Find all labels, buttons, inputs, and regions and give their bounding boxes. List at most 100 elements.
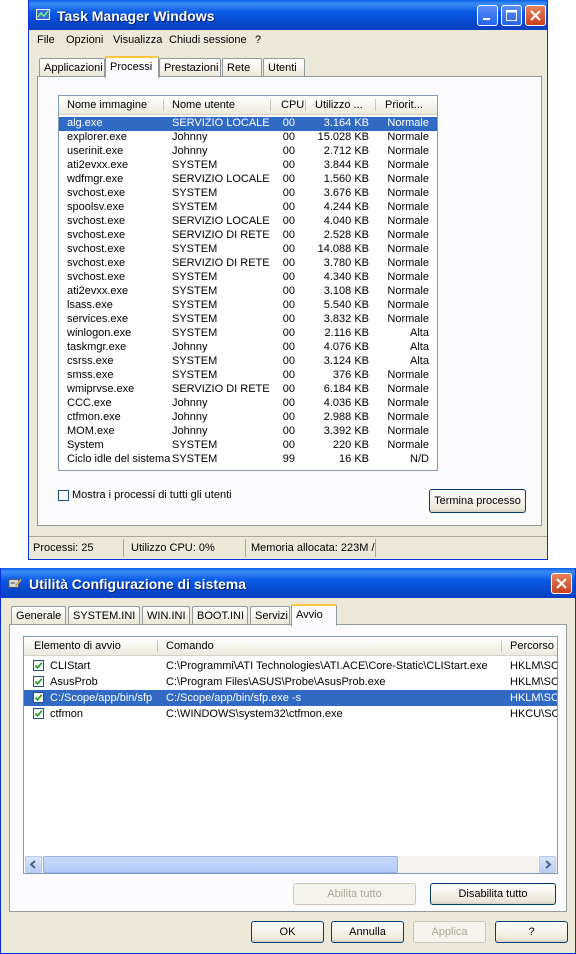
- tab-general[interactable]: Generale: [11, 606, 66, 624]
- table-cell: services.exe: [67, 313, 129, 325]
- table-cell: Normale: [387, 229, 429, 241]
- table-cell: 00: [282, 229, 295, 241]
- table-row[interactable]: alg.exe SERVIZIO LOCALE 00 3.164 KB Normale: [59, 117, 437, 131]
- tab-applications[interactable]: Applicazioni: [39, 58, 105, 76]
- startup-item-checkbox[interactable]: [33, 676, 44, 687]
- minimize-button[interactable]: [477, 5, 498, 26]
- col-command[interactable]: Comando: [166, 640, 214, 652]
- menu-file[interactable]: File: [37, 34, 55, 46]
- tab-system-ini[interactable]: SYSTEM.INI: [68, 606, 140, 624]
- col-startup-item[interactable]: Elemento di avvio: [34, 640, 121, 652]
- col-user-name[interactable]: Nome utente: [172, 99, 235, 111]
- table-row[interactable]: wmiprvse.exe SERVIZIO DI RETE 00 6.184 KB No…: [59, 383, 437, 397]
- menu-help[interactable]: ?: [255, 34, 261, 46]
- table-row[interactable]: services.exe SYSTEM 00 3.832 KB Normale: [59, 313, 437, 327]
- table-row[interactable]: taskmgr.exe Johnny 00 4.076 KB Alta: [59, 341, 437, 355]
- startup-list[interactable]: Elemento di avvio Comando Percorso CLISt…: [23, 636, 558, 874]
- startup-item-checkbox[interactable]: [33, 708, 44, 719]
- msconfig-titlebar[interactable]: Utilità Configurazione di sistema: [1, 568, 575, 598]
- ok-button[interactable]: OK: [251, 921, 324, 943]
- process-list[interactable]: Nome immagine Nome utente CPU Utilizzo .…: [58, 95, 438, 471]
- col-path[interactable]: Percorso: [510, 640, 554, 652]
- scroll-left-button[interactable]: [25, 856, 42, 873]
- list-item[interactable]: ctfmon C:\WINDOWS\system32\ctfmon.exe HKCU…: [24, 706, 557, 722]
- col-mem-usage[interactable]: Utilizzo ...: [315, 99, 363, 111]
- col-image-name[interactable]: Nome immagine: [67, 99, 147, 111]
- help-button[interactable]: ?: [495, 921, 568, 943]
- enable-all-button[interactable]: Abilita tutto: [293, 883, 416, 905]
- tab-startup[interactable]: Avvio: [291, 604, 337, 626]
- table-cell: 00: [282, 271, 295, 283]
- table-cell: Normale: [387, 257, 429, 269]
- list-item[interactable]: C:/Scope/app/bin/sfp C:/Scope/app/bin/sfp…: [24, 690, 557, 706]
- table-row[interactable]: CCC.exe Johnny 00 4.036 KB Normale: [59, 397, 437, 411]
- startup-item-checkbox[interactable]: [33, 692, 44, 703]
- msconfig-close-button[interactable]: [551, 573, 572, 594]
- table-row[interactable]: ati2evxx.exe SYSTEM 00 3.108 KB Normale: [59, 285, 437, 299]
- menu-logoff[interactable]: Chiudi sessione: [169, 34, 247, 46]
- table-row[interactable]: lsass.exe SYSTEM 00 5.540 KB Normale: [59, 299, 437, 313]
- tab-users[interactable]: Utenti: [263, 58, 305, 76]
- table-cell: Johnny: [172, 131, 208, 143]
- cancel-button[interactable]: Annulla: [331, 921, 404, 943]
- tab-processes[interactable]: Processi: [105, 56, 159, 78]
- table-row[interactable]: svchost.exe SERVIZIO DI RETE 00 2.528 KB Nor…: [59, 229, 437, 243]
- col-priority[interactable]: Priorit...: [385, 99, 423, 111]
- startup-command: C:/Scope/app/bin/sfp.exe -s: [166, 692, 302, 704]
- table-cell: 00: [282, 243, 295, 255]
- table-cell: 6.184 KB: [323, 383, 369, 395]
- table-row[interactable]: explorer.exe Johnny 00 15.028 KB Normale: [59, 131, 437, 145]
- tab-network[interactable]: Rete: [222, 58, 262, 76]
- col-cpu[interactable]: CPU: [281, 99, 304, 111]
- startup-horizontal-scrollbar[interactable]: [25, 856, 557, 873]
- table-row[interactable]: winlogon.exe SYSTEM 00 2.116 KB Alta: [59, 327, 437, 341]
- table-row[interactable]: userinit.exe Johnny 00 2.712 KB Normale: [59, 145, 437, 159]
- tab-services[interactable]: Servizi: [250, 606, 290, 624]
- scroll-thumb[interactable]: [43, 856, 398, 873]
- tab-win-ini[interactable]: WIN.INI: [142, 606, 190, 624]
- table-row[interactable]: ati2evxx.exe SYSTEM 00 3.844 KB Normale: [59, 159, 437, 173]
- maximize-button[interactable]: [501, 5, 522, 26]
- table-cell: SERVIZIO LOCALE: [172, 173, 270, 185]
- table-row[interactable]: svchost.exe SYSTEM 00 3.676 KB Normale: [59, 187, 437, 201]
- list-item[interactable]: AsusProb C:\Program Files\ASUS\Probe\Asus…: [24, 674, 557, 690]
- end-process-button[interactable]: Termina processo: [429, 489, 526, 513]
- table-cell: SERVIZIO DI RETE: [172, 229, 270, 241]
- table-row[interactable]: Ciclo idle del sistema SYSTEM 99 16 KB N/D: [59, 453, 437, 467]
- table-cell: svchost.exe: [67, 257, 126, 269]
- table-cell: 4.040 KB: [323, 215, 369, 227]
- table-row[interactable]: svchost.exe SYSTEM 00 14.088 KB Normale: [59, 243, 437, 257]
- menu-options[interactable]: Opzioni: [66, 34, 103, 46]
- table-row[interactable]: wdfmgr.exe SERVIZIO LOCALE 00 1.560 KB Norma…: [59, 173, 437, 187]
- close-button[interactable]: [525, 5, 546, 26]
- table-row[interactable]: System SYSTEM 00 220 KB Normale: [59, 439, 437, 453]
- tab-boot-ini[interactable]: BOOT.INI: [192, 606, 248, 624]
- menu-view[interactable]: Visualizza: [113, 34, 162, 46]
- scroll-right-button[interactable]: [539, 856, 556, 873]
- table-row[interactable]: spoolsv.exe SYSTEM 00 4.244 KB Normale: [59, 201, 437, 215]
- table-row[interactable]: csrss.exe SYSTEM 00 3.124 KB Alta: [59, 355, 437, 369]
- startup-item-checkbox[interactable]: [33, 660, 44, 671]
- task-manager-titlebar[interactable]: Task Manager Windows: [29, 0, 547, 30]
- table-row[interactable]: svchost.exe SERVIZIO LOCALE 00 4.040 KB Norm…: [59, 215, 437, 229]
- table-cell: Normale: [387, 271, 429, 283]
- apply-button[interactable]: Applica: [413, 921, 486, 943]
- table-row[interactable]: ctfmon.exe Johnny 00 2.988 KB Normale: [59, 411, 437, 425]
- table-row[interactable]: svchost.exe SYSTEM 00 4.340 KB Normale: [59, 271, 437, 285]
- show-all-processes-checkbox[interactable]: [58, 490, 69, 501]
- list-item[interactable]: CLIStart C:\Programmi\ATI Technologies\AT…: [24, 658, 557, 674]
- table-cell: Johnny: [172, 411, 208, 423]
- tab-performance[interactable]: Prestazioni: [159, 58, 221, 76]
- table-cell: 3.124 KB: [323, 355, 369, 367]
- maximize-icon: [506, 10, 517, 21]
- table-cell: SYSTEM: [172, 159, 218, 171]
- table-cell: SYSTEM: [172, 355, 218, 367]
- table-cell: 14.088 KB: [317, 243, 369, 255]
- table-row[interactable]: svchost.exe SERVIZIO DI RETE 00 3.780 KB Nor…: [59, 257, 437, 271]
- table-row[interactable]: smss.exe SYSTEM 00 376 KB Normale: [59, 369, 437, 383]
- table-cell: 00: [282, 383, 295, 395]
- disable-all-button[interactable]: Disabilita tutto: [430, 883, 556, 905]
- table-row[interactable]: MOM.exe Johnny 00 3.392 KB Normale: [59, 425, 437, 439]
- task-manager-menubar: File Opzioni Visualizza Chiudi sessione …: [29, 30, 547, 50]
- table-cell: SERVIZIO LOCALE: [172, 117, 270, 129]
